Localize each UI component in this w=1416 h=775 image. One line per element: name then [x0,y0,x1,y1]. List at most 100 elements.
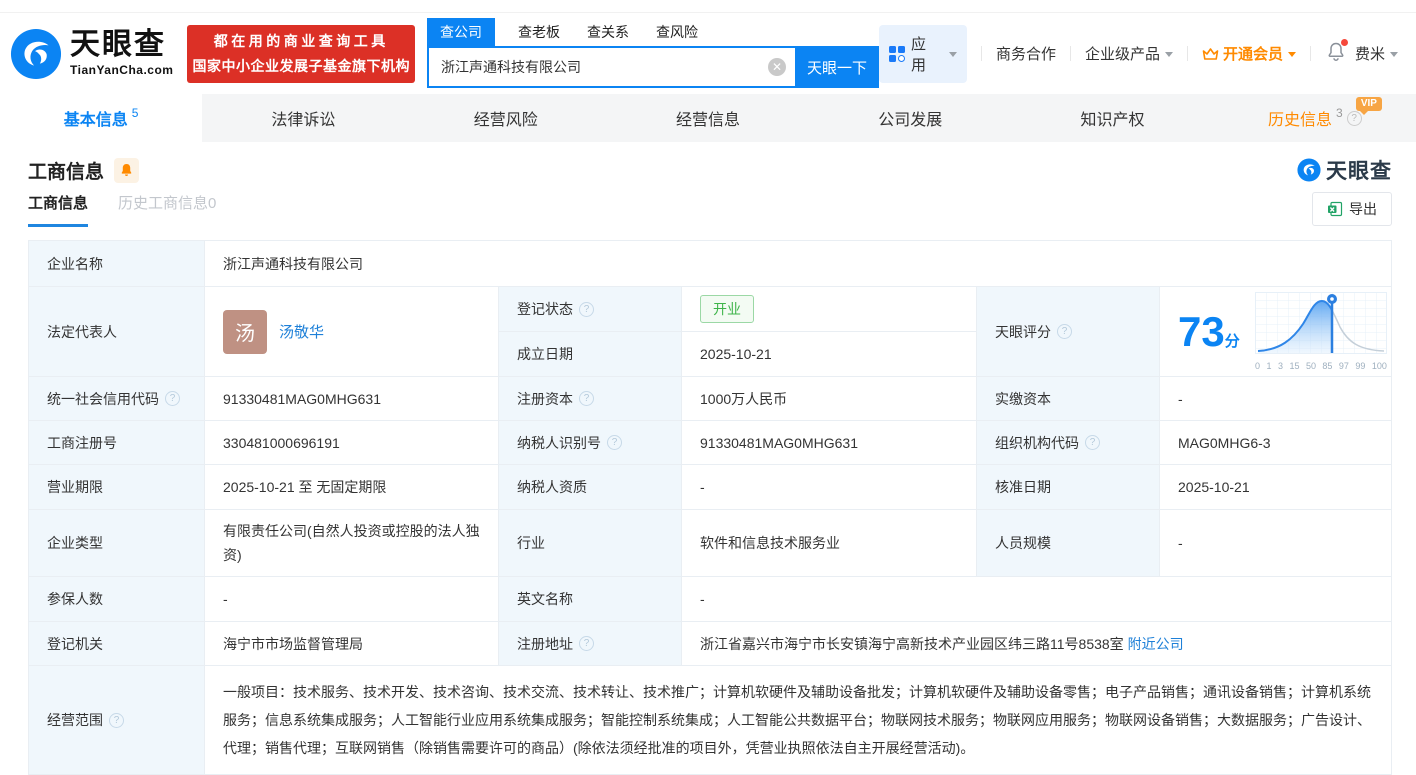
search-tab-boss[interactable]: 查老板 [518,18,560,46]
value-english-name: - [681,577,1391,621]
label-establish-date: 成立日期 [498,332,681,376]
value-registered-capital: 1000万人民币 [681,377,976,420]
help-icon[interactable] [1057,324,1072,339]
search-tab-risk[interactable]: 查风险 [656,18,698,46]
subtab-business-info[interactable]: 工商信息 [28,192,88,227]
label-approval-date: 核准日期 [976,465,1159,509]
business-info-table: 企业名称 浙江声通科技有限公司 法定代表人 汤 汤敬华 登记状态 开业 [28,240,1392,775]
help-icon[interactable] [579,391,594,406]
clear-search-icon[interactable]: ✕ [768,58,786,76]
label-taxpayer-id: 纳税人识别号 [498,421,681,464]
section-header: 工商信息 天眼查 [28,142,1392,192]
tab-history-info[interactable]: 历史信息3 VIP [1214,94,1416,142]
label-credit-code: 统一社会信用代码 [29,377,204,420]
tab-company-development[interactable]: 公司发展 [809,94,1011,142]
section-title: 工商信息 [28,157,104,184]
value-registration-authority: 海宁市市场监督管理局 [204,622,498,665]
value-company-type: 有限责任公司(自然人投资或控股的法人独资) [204,510,498,576]
help-icon[interactable] [579,636,594,651]
label-insured-count: 参保人数 [29,577,204,621]
export-button[interactable]: 导出 [1312,192,1392,226]
label-registration-authority: 登记机关 [29,622,204,665]
value-approval-date: 2025-10-21 [1159,465,1391,509]
value-staff-size: - [1159,510,1391,576]
tab-operation-risk[interactable]: 经营风险 [405,94,607,142]
tab-basic-info[interactable]: 基本信息5 [0,94,202,142]
label-tianyan-score: 天眼评分 [976,287,1159,376]
vip-badge: VIP [1356,97,1382,111]
table-row: 登记机关 海宁市市场监督管理局 注册地址 浙江省嘉兴市海宁市长安镇海宁高新技术产… [29,621,1391,665]
bell-icon [120,163,133,177]
value-registered-address: 浙江省嘉兴市海宁市长安镇海宁高新技术产业园区纬三路11号8538室 附近公司 [681,622,1391,665]
nav-business-cooperation[interactable]: 商务合作 [996,43,1056,64]
subtab-history-business-info[interactable]: 历史工商信息0 [118,192,216,224]
label-registration-status: 登记状态 [498,287,681,331]
chevron-down-icon [1288,52,1296,57]
label-business-scope: 经营范围 [29,666,204,774]
chevron-down-icon [949,52,957,57]
help-icon[interactable] [109,713,124,728]
status-badge: 开业 [700,295,754,323]
promo-banner: 都在用的商业查询工具 国家中小企业发展子基金旗下机构 [187,25,415,83]
tab-intellectual-property[interactable]: 知识产权 [1011,94,1213,142]
chevron-down-icon [1390,52,1398,57]
nav-user[interactable]: 费米 [1355,43,1398,64]
value-company-name: 浙江声通科技有限公司 [204,241,1391,286]
label-company-type: 企业类型 [29,510,204,576]
table-row: 经营范围 一般项目：技术服务、技术开发、技术咨询、技术交流、技术转让、技术推广；… [29,665,1391,774]
search-button[interactable]: 天眼一下 [795,46,879,88]
label-business-term: 营业期限 [29,465,204,509]
tianyancha-logo[interactable]: 天眼查 TianYanCha.com [10,28,173,80]
notifications-bell[interactable] [1327,42,1345,66]
value-legal-representative: 汤 汤敬华 [204,287,498,376]
label-industry: 行业 [498,510,681,576]
value-establish-date: 2025-10-21 [681,332,976,376]
table-row: 统一社会信用代码 91330481MAG0MHG631 注册资本 1000万人民… [29,376,1391,420]
excel-icon [1327,201,1343,217]
nav-apps[interactable]: 应用 [879,25,967,83]
search-input[interactable] [427,46,795,88]
table-row: 法定代表人 汤 汤敬华 登记状态 开业 成立日期 [29,286,1391,376]
nav-enterprise-products[interactable]: 企业级产品 [1085,43,1173,64]
crown-icon [1202,47,1219,61]
table-row: 参保人数 - 英文名称 - [29,576,1391,621]
legal-rep-avatar[interactable]: 汤 [223,310,267,354]
help-icon[interactable] [607,435,622,450]
score-distribution-chart: 0131550859799100 [1255,292,1387,371]
search-tabs: 查公司 查老板 查关系 查风险 [427,19,879,46]
tab-legal-proceedings[interactable]: 法律诉讼 [202,94,404,142]
username: 费米 [1355,43,1385,64]
site-header: 天眼查 TianYanCha.com 都在用的商业查询工具 国家中小企业发展子基… [0,13,1416,94]
value-taxpayer-id: 91330481MAG0MHG631 [681,421,976,464]
top-strip [0,0,1416,13]
notification-dot [1341,39,1348,46]
table-row: 登记状态 开业 [498,287,976,331]
table-row: 企业名称 浙江声通科技有限公司 [29,241,1391,286]
help-icon[interactable] [165,391,180,406]
monitor-bell-button[interactable] [114,158,139,183]
tianyancha-watermark-icon [1297,158,1321,182]
apps-grid-icon [889,46,905,62]
header-nav: 应用 商务合作 企业级产品 开通会员 [879,25,1398,83]
label-registered-capital: 注册资本 [498,377,681,420]
legal-rep-link[interactable]: 汤敬华 [279,321,324,342]
label-paid-capital: 实缴资本 [976,377,1159,420]
value-registration-status: 开业 [681,287,976,331]
label-company-name: 企业名称 [29,241,204,286]
value-credit-code: 91330481MAG0MHG631 [204,377,498,420]
search-tab-company[interactable]: 查公司 [427,18,495,46]
value-registration-number: 330481000696191 [204,421,498,464]
nav-open-vip[interactable]: 开通会员 [1202,43,1296,64]
search-tab-relation[interactable]: 查关系 [587,18,629,46]
value-tianyan-score: 73分 [1159,287,1391,376]
promo-line-2: 国家中小企业发展子基金旗下机构 [193,54,411,79]
tab-operation-info[interactable]: 经营信息 [607,94,809,142]
label-registered-address: 注册地址 [498,622,681,665]
help-icon[interactable] [1085,435,1100,450]
chevron-down-icon [1165,52,1173,57]
nearby-companies-link[interactable]: 附近公司 [1128,634,1184,654]
company-tabs: 基本信息5 法律诉讼 经营风险 经营信息 公司发展 知识产权 历史信息3 VIP [0,94,1416,142]
help-icon[interactable] [579,302,594,317]
label-staff-size: 人员规模 [976,510,1159,576]
value-paid-capital: - [1159,377,1391,420]
